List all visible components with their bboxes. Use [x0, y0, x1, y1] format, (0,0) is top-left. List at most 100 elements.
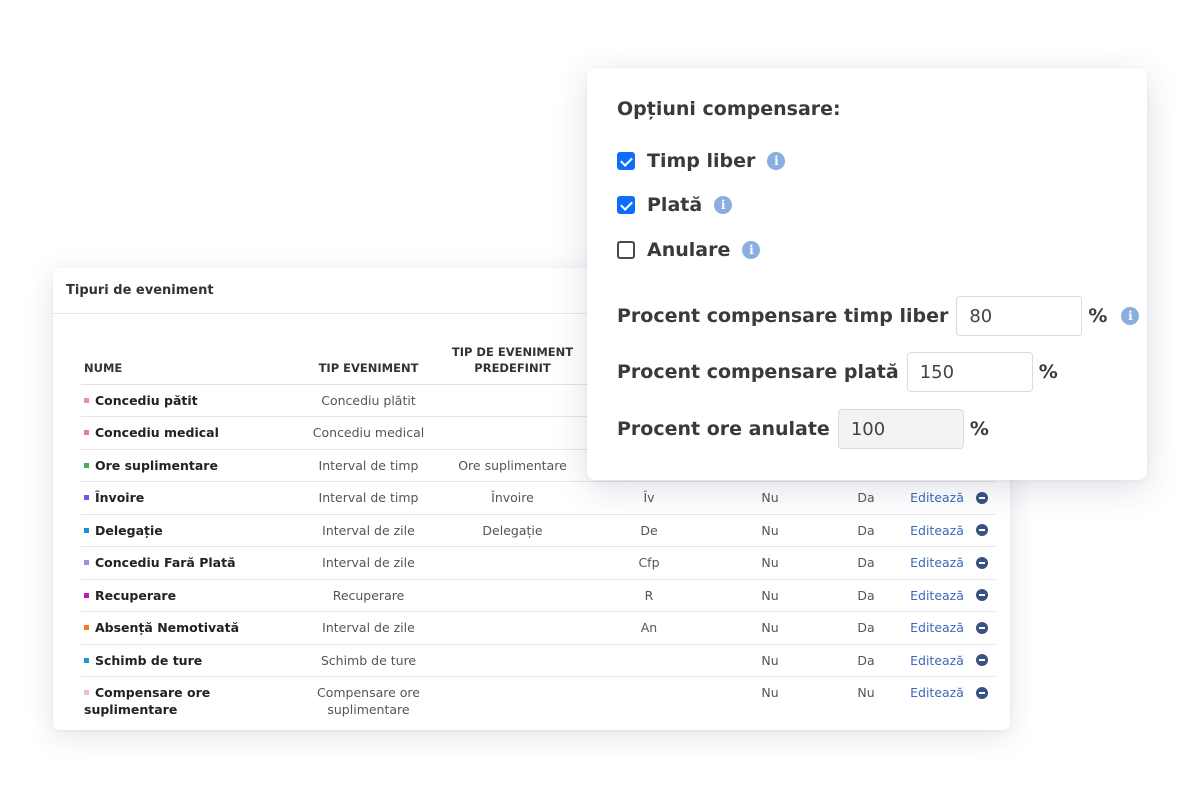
edit-link[interactable]: Editează — [906, 677, 968, 725]
abbreviation-cell: Cfp — [584, 546, 714, 580]
timp-liber-label[interactable]: Timp liber — [647, 150, 755, 172]
percent-unit: % — [1088, 305, 1108, 327]
remove-icon[interactable] — [975, 556, 988, 569]
table-row: Compensare ore suplimentare Compensare or… — [81, 677, 995, 725]
event-name: Concediu pătit — [95, 392, 198, 408]
remove-cell — [968, 611, 995, 645]
option-timp-liber[interactable]: Timp liber i — [617, 150, 786, 172]
table-row: Concediu Fară Plată Interval de zile Cfp Nu… — [81, 546, 995, 580]
flag-cell: Da — [826, 514, 906, 547]
percent-anulate-label: Procent ore anulate — [617, 418, 830, 440]
percent-anulate-input[interactable]: 100 — [837, 409, 964, 449]
column-header-event-type[interactable]: TIP EVENIMENT — [296, 338, 441, 385]
percent-unit: % — [969, 418, 989, 440]
remove-icon[interactable] — [975, 491, 988, 504]
anulare-label[interactable]: Anulare — [647, 239, 730, 261]
remove-icon[interactable] — [975, 621, 988, 634]
remove-cell — [968, 677, 995, 725]
table-row: Schimb de ture Schimb de ture Nu Da Editează — [81, 644, 995, 677]
plata-label[interactable]: Plată — [647, 194, 702, 216]
flag-cell: Nu — [761, 685, 779, 700]
event-name-cell: Ore suplimentare — [81, 449, 296, 482]
compensation-options-panel: Opțiuni compensare: Timp liber i Plată i… — [587, 68, 1147, 480]
table-row: Recuperare Recuperare R Nu Da Editează — [81, 579, 995, 612]
edit-link[interactable]: Editează — [906, 644, 968, 677]
flag-cell: Da — [826, 644, 906, 677]
abbreviation-cell: De — [584, 514, 714, 547]
event-name-cell: Concediu pătit — [81, 384, 296, 417]
event-type-cell: Interval de timp — [296, 481, 441, 515]
color-swatch — [84, 657, 89, 663]
flag-cell: Nu — [714, 481, 826, 515]
flag-cell: Da — [826, 611, 906, 645]
column-header-predefined[interactable]: TIP DE EVENIMENT PREDEFINIT — [441, 338, 584, 385]
event-type-cell: Schimb de ture — [296, 644, 441, 677]
event-type-cell: Concediu plătit — [296, 384, 441, 417]
column-header-predefined-line2: PREDEFINIT — [474, 360, 551, 375]
column-header-name[interactable]: NUME — [81, 338, 296, 385]
flag-cell: Nu — [714, 611, 826, 645]
remove-cell — [968, 644, 995, 677]
event-type-cell: Concediu medical — [296, 416, 441, 450]
column-header-predefined-line1: TIP DE EVENIMENT — [451, 344, 574, 359]
edit-link[interactable]: Editează — [906, 481, 968, 515]
event-name-cell: Compensare ore suplimentare — [81, 677, 296, 725]
abbreviation-cell — [584, 677, 714, 725]
event-type-cell: Compensare ore suplimentare — [316, 685, 420, 717]
edit-link[interactable]: Editează — [906, 611, 968, 645]
color-swatch — [84, 462, 89, 468]
remove-icon[interactable] — [975, 589, 988, 602]
info-icon[interactable]: i — [714, 196, 733, 214]
flag-cell: Da — [826, 481, 906, 515]
color-swatch — [84, 495, 89, 501]
remove-cell — [968, 481, 995, 515]
remove-icon[interactable] — [975, 686, 988, 699]
percent-timp-liber-row: Procent compensare timp liber 80 % i — [617, 296, 1140, 336]
predefined-type-cell — [441, 611, 584, 645]
table-row: Delegație Interval de zile Delegație De Nu Da… — [81, 514, 995, 547]
event-name: Schimb de ture — [95, 652, 203, 668]
event-name: Ore suplimentare — [95, 457, 218, 473]
percent-timp-liber-label: Procent compensare timp liber — [617, 305, 949, 327]
percent-plata-label: Procent compensare plată — [617, 361, 899, 383]
option-anulare[interactable]: Anulare i — [617, 239, 761, 261]
remove-icon[interactable] — [975, 654, 988, 667]
info-icon[interactable]: i — [1121, 307, 1140, 325]
table-row: Absență Nemotivată Interval de zile An Nu Da… — [81, 611, 995, 645]
color-swatch — [84, 430, 89, 436]
percent-unit: % — [1038, 361, 1058, 383]
remove-icon[interactable] — [975, 524, 988, 537]
percent-plata-input[interactable]: 150 — [906, 352, 1033, 392]
abbreviation-cell: Îv — [584, 481, 714, 515]
edit-link[interactable]: Editează — [906, 579, 968, 612]
predefined-type-cell — [441, 546, 584, 580]
event-name-cell: Schimb de ture — [81, 644, 296, 677]
edit-link[interactable]: Editează — [906, 546, 968, 580]
table-row: Învoire Interval de timp Învoire Îv Nu Da Edit… — [81, 481, 995, 515]
timp-liber-checkbox[interactable] — [617, 152, 635, 170]
predefined-type-cell: Ore suplimentare — [441, 449, 584, 482]
percent-timp-liber-input[interactable]: 80 — [956, 296, 1083, 336]
remove-cell — [968, 514, 995, 547]
predefined-type-cell — [441, 416, 584, 450]
color-swatch — [84, 527, 89, 533]
event-type-cell: Interval de zile — [296, 546, 441, 580]
plata-checkbox[interactable] — [617, 196, 635, 214]
event-type-cell: Interval de timp — [296, 449, 441, 482]
percent-plata-row: Procent compensare plată 150 % — [617, 352, 1058, 392]
remove-cell — [968, 546, 995, 580]
predefined-type-cell: Învoire — [441, 481, 584, 515]
option-plata[interactable]: Plată i — [617, 194, 733, 216]
flag-cell: Nu — [714, 644, 826, 677]
anulare-checkbox[interactable] — [617, 241, 635, 259]
event-name: Absență Nemotivată — [95, 620, 240, 636]
predefined-type-cell — [441, 677, 584, 725]
flag-cell: Nu — [857, 685, 875, 700]
edit-link[interactable]: Editează — [906, 514, 968, 547]
predefined-type-cell: Delegație — [441, 514, 584, 547]
info-icon[interactable]: i — [742, 241, 761, 259]
abbreviation-cell — [584, 644, 714, 677]
predefined-type-cell — [441, 644, 584, 677]
info-icon[interactable]: i — [767, 152, 786, 170]
event-name-cell: Delegație — [81, 514, 296, 547]
